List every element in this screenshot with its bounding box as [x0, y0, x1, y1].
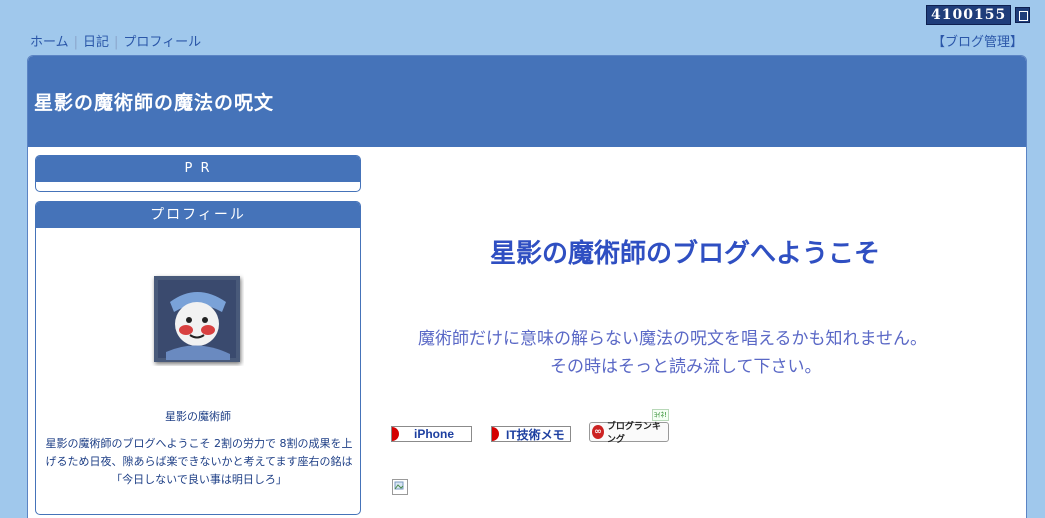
profile-title: プロフィール — [36, 202, 360, 228]
blog-title[interactable]: 星影の魔術師の魔法の呪文 — [34, 88, 274, 115]
profile-name: 星影の魔術師 — [165, 410, 231, 423]
pr-box: P R — [35, 155, 361, 192]
nav-diary-link[interactable]: 日記 — [83, 35, 109, 50]
counter-box-icon[interactable] — [1015, 7, 1031, 23]
welcome-heading: 星影の魔術師のブログへようこそ — [490, 239, 881, 269]
iphone-banner-link[interactable]: iPhone — [391, 426, 472, 442]
nav-separator: | — [73, 35, 79, 50]
profile-description: 星影の魔術師のブログへようこそ 2割の労力で 8割の成果を上げるため日夜、隙あら… — [45, 437, 353, 486]
ranking-label: ブログランキング — [606, 422, 661, 445]
nav-profile-link[interactable]: プロフィール — [123, 35, 201, 50]
iphone-banner-label: iPhone — [414, 427, 455, 441]
pr-title: P R — [36, 156, 360, 182]
page-container: 星影の魔術師の魔法の呪文 P R プロフィール 星影の魔術師 星影の魔術師のブロ… — [27, 55, 1027, 518]
it-memo-banner-link[interactable]: IT技術メモ — [491, 426, 571, 442]
nav-home-link[interactable]: ホーム — [30, 35, 69, 50]
blog-header: 星影の魔術師の魔法の呪文 — [28, 56, 1026, 147]
welcome-message-line2: その時はそっと読み流して下さい。 — [550, 357, 822, 377]
access-counter: 4100155 — [926, 5, 1031, 25]
welcome-message-line1: 魔術師だけに意味の解らない魔法の呪文を唱えるかも知れません。 — [418, 329, 927, 349]
counter-value: 4100155 — [926, 5, 1012, 25]
broken-image-icon — [392, 479, 408, 495]
ranking-logo-icon: ∞ — [592, 425, 604, 439]
avatar[interactable] — [150, 272, 244, 366]
blog-ranking-button[interactable]: ∞ ブログランキング — [589, 422, 669, 445]
it-memo-banner-label: IT技術メモ — [506, 427, 565, 442]
profile-box: プロフィール 星影の魔術師 星影の魔術師のブログへようこそ 2割の労力で 8割の… — [35, 201, 361, 515]
blog-admin-link[interactable]: 【ブログ管理】 — [932, 31, 1023, 50]
top-nav: ホーム | 日記 | プロフィール — [30, 31, 201, 50]
nav-separator: | — [114, 35, 119, 50]
